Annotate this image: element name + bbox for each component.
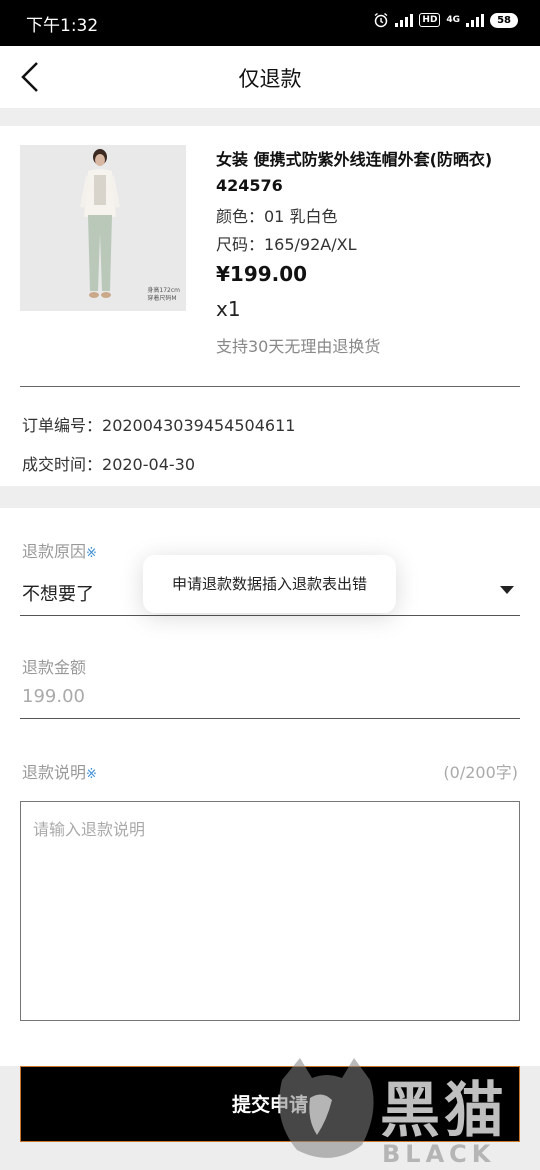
refund-reason-select[interactable]: 不想要了 (22, 580, 94, 606)
image-caption-size: 穿着尺码M (147, 295, 177, 302)
product-quantity: x1 (216, 297, 241, 321)
signal-icon-2 (466, 13, 485, 27)
refund-note-label: 退款说明※ (22, 759, 97, 783)
section-divider-2 (0, 486, 540, 508)
product-color: 颜色：01 乳白色 (216, 207, 338, 226)
product-price: ¥199.00 (216, 262, 308, 286)
product-title: 女装 便携式防紫外线连帽外套(防晒衣) (216, 150, 493, 169)
product-divider (20, 386, 520, 387)
refund-amount-value: 199.00 (22, 686, 85, 707)
note-char-counter: (0/200字) (443, 763, 518, 782)
return-policy: 支持30天无理由退换货 (216, 337, 381, 356)
required-mark: ※ (86, 546, 97, 561)
hd-badge: HD (419, 13, 441, 27)
refund-note-input[interactable] (20, 801, 520, 1021)
section-divider (0, 108, 540, 126)
product-image: 身高172cm 穿着尺码M (20, 145, 186, 311)
battery-icon: 58 (490, 12, 518, 28)
error-toast: 申请退款数据插入退款表出错 (143, 555, 396, 613)
refund-note-label-text: 退款说明 (22, 763, 87, 782)
alarm-icon (374, 12, 388, 28)
network-type: 4G (446, 15, 461, 25)
product-code: 424576 (216, 176, 283, 195)
image-caption-height: 身高172cm (147, 287, 180, 294)
product-name: 女装 便携式防紫外线连帽外套(防晒衣) 424576 (216, 147, 526, 199)
page-title: 仅退款 (238, 67, 302, 91)
amount-underline (20, 718, 520, 719)
refund-reason-label: 退款原因※ (22, 538, 97, 562)
product-size: 尺码：165/92A/XL (216, 235, 357, 254)
status-bar: 下午1:32 HD 4G 58 (0, 0, 540, 46)
refund-reason-label-text: 退款原因 (22, 542, 87, 561)
order-time: 2020-04-30 (102, 455, 195, 474)
required-mark-2: ※ (86, 767, 97, 782)
signal-icon (395, 13, 414, 27)
order-time-row: 成交时间：2020-04-30 (22, 451, 195, 475)
status-time: 下午1:32 (26, 16, 99, 36)
nav-bar: 仅退款 (0, 46, 540, 108)
dropdown-arrow-icon[interactable] (500, 586, 514, 594)
image-caption: 身高172cm 穿着尺码M (147, 287, 180, 303)
status-icons: HD 4G 58 (373, 12, 518, 28)
order-number-row: 订单编号：2020043039454504611 (22, 412, 295, 436)
order-number: 2020043039454504611 (102, 416, 296, 435)
reason-underline (20, 615, 520, 616)
order-time-label: 成交时间： (22, 455, 103, 474)
order-number-label: 订单编号： (22, 416, 103, 435)
submit-button[interactable]: 提交申请 (20, 1066, 520, 1142)
refund-amount-label: 退款金额 (22, 658, 87, 677)
